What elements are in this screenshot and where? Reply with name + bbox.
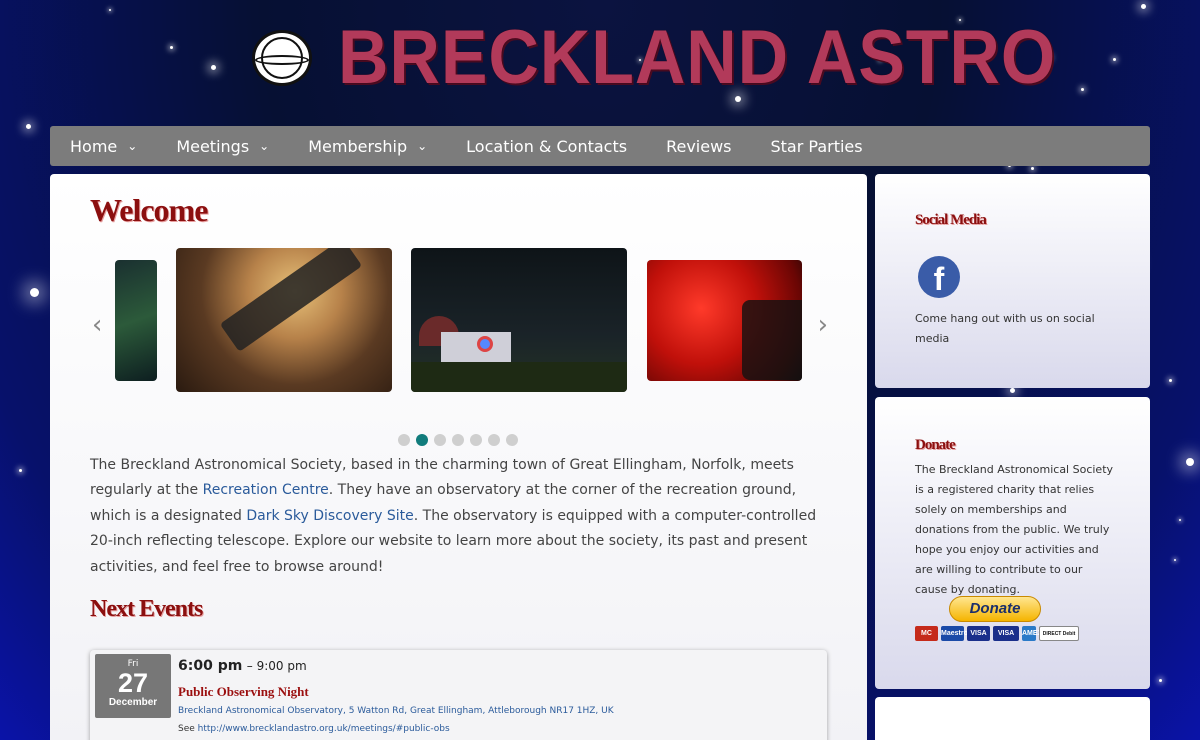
nav-item-home[interactable]: Home ⌄ — [70, 137, 137, 156]
carousel-dot[interactable] — [434, 434, 446, 446]
welcome-heading: Welcome — [90, 192, 208, 228]
nav-item-reviews[interactable]: Reviews — [666, 137, 731, 156]
direct-debit-icon: DIRECT Debit — [1039, 626, 1079, 641]
event-end-time: – 9:00 pm — [246, 659, 307, 673]
social-media-widget: Social Media f Come hang out with us on … — [875, 174, 1150, 388]
mastercard-icon: MC — [915, 626, 938, 641]
donate-text: The Breckland Astronomical Society is a … — [915, 463, 1114, 596]
donate-button[interactable]: Donate — [949, 596, 1041, 622]
carousel-dot[interactable] — [416, 434, 428, 446]
nav-item-star-parties[interactable]: Star Parties — [771, 137, 863, 156]
event-day: 27 — [117, 668, 149, 698]
visa-icon: VISA — [967, 626, 990, 641]
main-content: Welcome ‹ › The Breckland Astronomical S… — [50, 174, 867, 740]
chevron-right-icon[interactable]: › — [818, 310, 828, 340]
recreation-centre-link[interactable]: Recreation Centre — [203, 482, 329, 498]
amex-icon: AMEX — [1022, 626, 1042, 641]
intro-paragraph: The Breckland Astronomical Society, base… — [90, 453, 830, 580]
facebook-icon[interactable]: f — [918, 256, 960, 298]
carousel-slide-red-dome[interactable] — [647, 260, 802, 381]
nav-label: Membership — [308, 136, 408, 156]
chevron-down-icon: ⌄ — [259, 139, 270, 153]
nav-label: Meetings — [176, 136, 250, 156]
event-link[interactable]: http://www.brecklandastro.org.uk/meeting… — [198, 724, 450, 734]
next-events-heading: Next Events — [90, 596, 203, 622]
nav-item-meetings[interactable]: Meetings ⌄ — [176, 137, 269, 156]
carousel-slide-telescope[interactable] — [176, 248, 392, 392]
event-start-time: 6:00 pm — [178, 658, 243, 674]
chevron-down-icon: ⌄ — [127, 139, 138, 153]
sidebar-widget — [875, 697, 1150, 740]
society-logo[interactable] — [252, 30, 312, 86]
see-label: See — [178, 724, 198, 734]
projected-ring — [477, 336, 493, 352]
saturn-icon — [255, 37, 309, 79]
carousel-dot[interactable] — [506, 434, 518, 446]
carousel-dot[interactable] — [470, 434, 482, 446]
event-title[interactable]: Public Observing Night — [178, 684, 309, 700]
event-location[interactable]: Breckland Astronomical Observatory, 5 Wa… — [178, 706, 614, 716]
carousel-dots — [398, 434, 524, 446]
event-see-line: See http://www.brecklandastro.org.uk/mee… — [178, 724, 450, 734]
telescope-tube — [742, 300, 802, 380]
carousel-slide-observatory[interactable] — [411, 248, 627, 392]
chevron-left-icon[interactable]: ‹ — [92, 310, 102, 340]
carousel-slide-aurora[interactable] — [115, 260, 157, 381]
event-month: December — [108, 697, 158, 708]
event-card[interactable]: Fri 27 December 6:00 pm – 9:00 pm Public… — [90, 650, 827, 740]
observatory-building — [441, 332, 511, 362]
visa-debit-icon: VISA — [993, 626, 1019, 641]
main-nav: Home ⌄ Meetings ⌄ Membership ⌄ Location … — [50, 126, 1150, 166]
telescope-tube — [219, 248, 363, 352]
donate-widget: Donate The Breckland Astronomical Societ… — [875, 397, 1150, 689]
nav-label: Home — [70, 136, 118, 156]
event-time: 6:00 pm – 9:00 pm — [178, 658, 307, 674]
site-header: BRECKLAND ASTRO — [0, 0, 1200, 120]
donate-heading: Donate — [915, 437, 956, 453]
carousel-dot[interactable] — [398, 434, 410, 446]
social-media-heading: Social Media — [915, 212, 987, 228]
site-title[interactable]: BRECKLAND ASTRO — [338, 18, 1056, 98]
social-media-text: Come hang out with us on social media — [915, 312, 1095, 345]
nav-item-location-contacts[interactable]: Location & Contacts — [466, 137, 627, 156]
ground — [411, 362, 627, 392]
payment-cards: MC Maestro VISA VISA AMEX DIRECT Debit — [915, 626, 1082, 641]
nav-label: Location & Contacts — [466, 136, 628, 156]
nav-item-membership[interactable]: Membership ⌄ — [308, 137, 427, 156]
event-date-badge: Fri 27 December — [95, 654, 171, 718]
chevron-down-icon: ⌄ — [417, 139, 428, 153]
carousel-dot[interactable] — [488, 434, 500, 446]
nav-label: Star Parties — [770, 136, 863, 156]
dark-sky-link[interactable]: Dark Sky Discovery Site — [246, 508, 413, 524]
nav-label: Reviews — [666, 136, 732, 156]
image-carousel: ‹ › — [90, 248, 830, 408]
maestro-icon: Maestro — [941, 626, 968, 641]
carousel-dot[interactable] — [452, 434, 464, 446]
